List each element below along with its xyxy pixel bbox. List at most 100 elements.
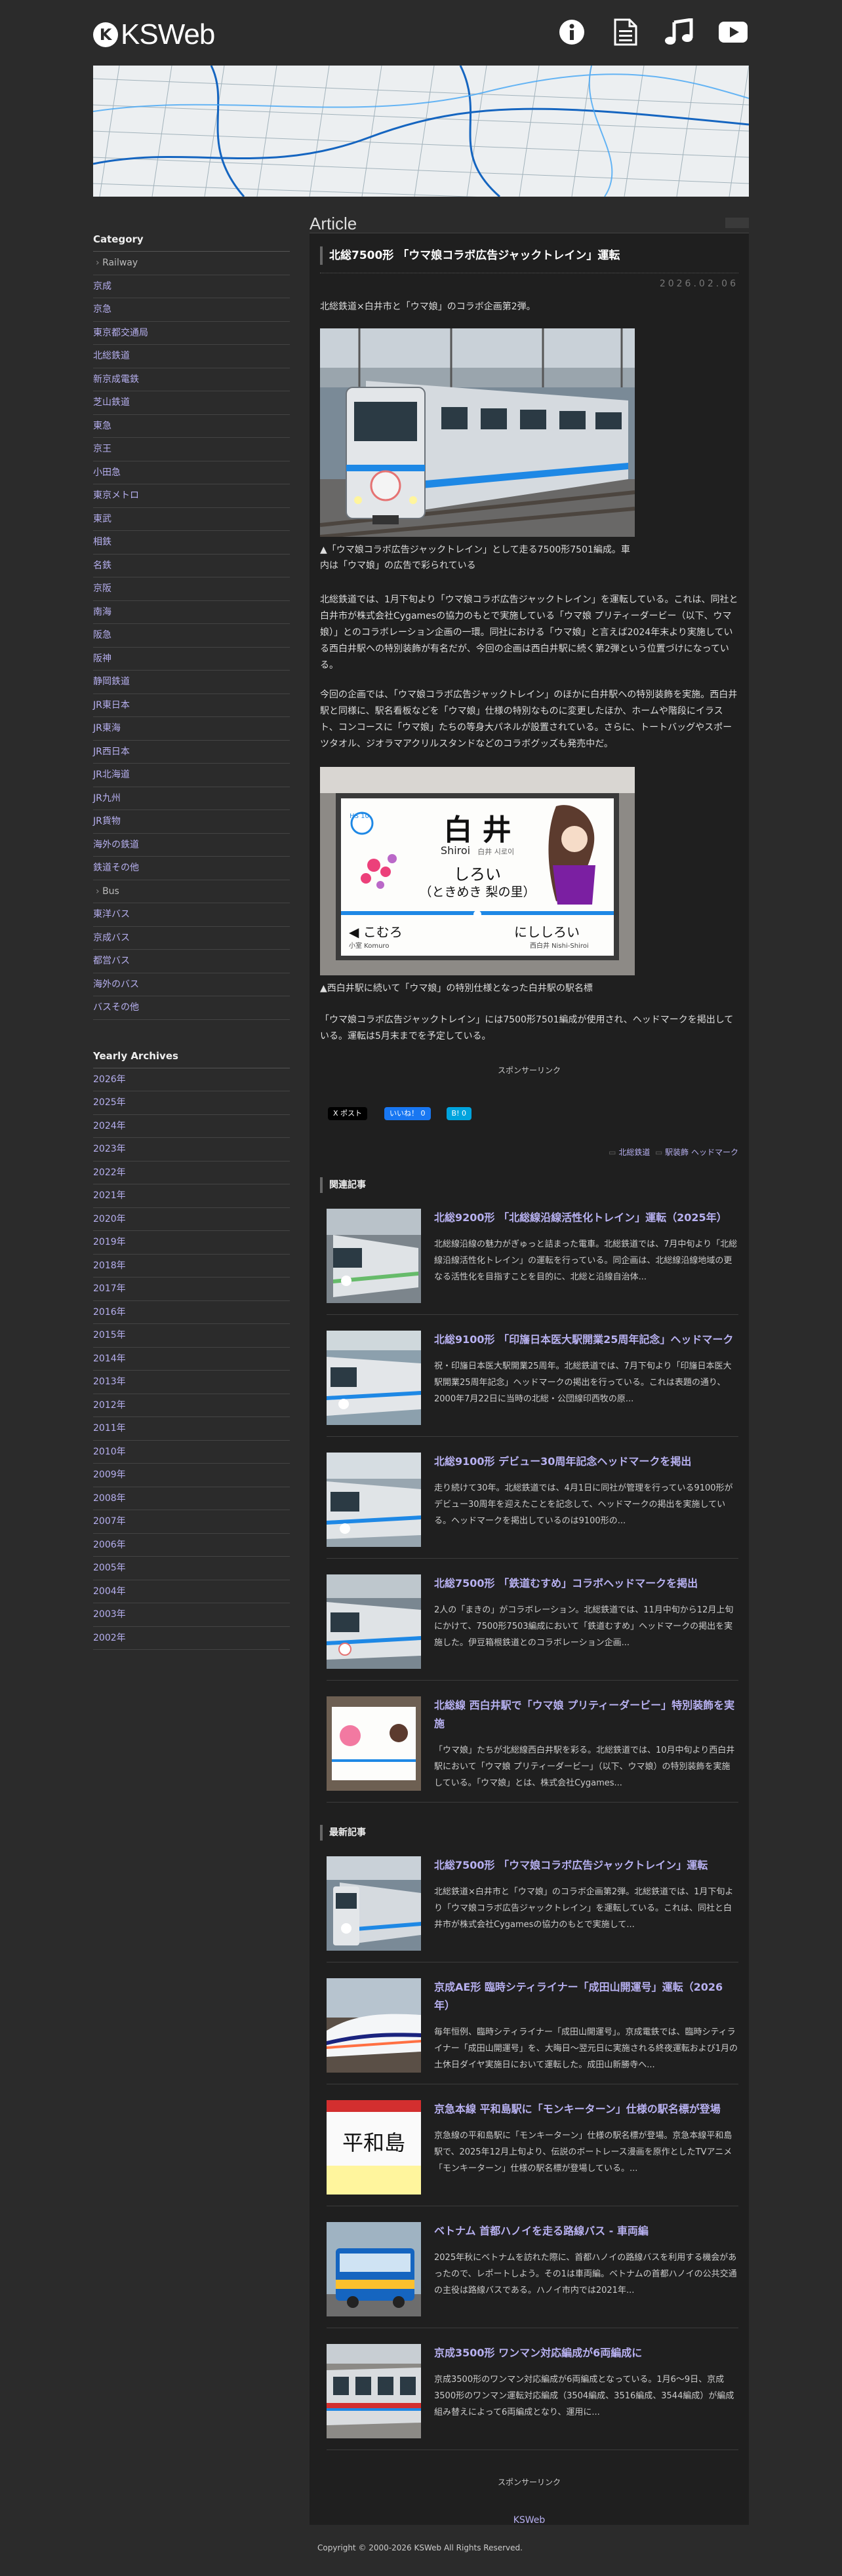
category-item[interactable]: 京阪 <box>93 577 290 601</box>
category-item[interactable]: 京成 <box>93 275 290 298</box>
category-link[interactable]: 海外の鉄道 <box>93 840 139 850</box>
archive-link[interactable]: 2015年 <box>93 1330 126 1340</box>
category-link[interactable]: 新京成電鉄 <box>93 374 139 385</box>
archive-link[interactable]: 2024年 <box>93 1121 126 1131</box>
archive-item[interactable]: 2020年 <box>93 1208 290 1231</box>
archive-link[interactable]: 2026年 <box>93 1074 126 1085</box>
category-link[interactable]: 東京都交通局 <box>93 328 148 338</box>
related-title[interactable]: 北総9100形 「印旛日本医大駅開業25周年記念」ヘッドマーク <box>434 1331 738 1349</box>
archive-item[interactable]: 2018年 <box>93 1255 290 1278</box>
archive-item[interactable]: 2019年 <box>93 1231 290 1255</box>
archive-item[interactable]: 2005年 <box>93 1557 290 1580</box>
related-thumbnail[interactable] <box>327 1331 421 1425</box>
category-link[interactable]: JR九州 <box>93 793 121 804</box>
archive-link[interactable]: 2010年 <box>93 1447 126 1457</box>
latest-thumbnail[interactable] <box>327 1978 421 2073</box>
category-link[interactable]: 相鉄 <box>93 537 111 547</box>
archive-item[interactable]: 2015年 <box>93 1324 290 1348</box>
category-link[interactable]: 鉄道その他 <box>93 863 139 873</box>
youtube-icon[interactable] <box>717 18 749 46</box>
archive-link[interactable]: 2006年 <box>93 1540 126 1550</box>
latest-item[interactable]: ベトナム 首都ハノイを走る路線バス - 車両編 2025年秋にベトナムを訪れた際に… <box>327 2206 738 2328</box>
archive-link[interactable]: 2005年 <box>93 1563 126 1573</box>
archive-item[interactable]: 2024年 <box>93 1115 290 1138</box>
archive-item[interactable]: 2009年 <box>93 1464 290 1487</box>
category-item[interactable]: 小田急 <box>93 461 290 484</box>
related-thumbnail[interactable] <box>327 1574 421 1669</box>
related-title[interactable]: 北総9100形 デビュー30周年記念ヘッドマークを掲出 <box>434 1453 738 1471</box>
latest-thumbnail[interactable]: 平和島 <box>327 2100 421 2195</box>
category-item[interactable]: 北総鉄道 <box>93 345 290 368</box>
latest-thumbnail[interactable] <box>327 1856 421 1951</box>
category-item[interactable]: JR貨物 <box>93 810 290 834</box>
latest-item[interactable]: 京成3500形 ワンマン対応編成が6両編成に 京成3500形のワンマン対応編成が6… <box>327 2328 738 2450</box>
related-item[interactable]: 北総9100形 「印旛日本医大駅開業25周年記念」ヘッドマーク 祝・印旛日本医大駅… <box>327 1315 738 1437</box>
archive-item[interactable]: 2016年 <box>93 1301 290 1324</box>
category-link[interactable]: 東急 <box>93 421 111 431</box>
category-link[interactable]: 南海 <box>93 607 111 617</box>
archive-item[interactable]: 2025年 <box>93 1091 290 1115</box>
category-item[interactable]: JR北海道 <box>93 764 290 787</box>
category-link[interactable]: 都営バス <box>93 956 130 966</box>
archive-item[interactable]: 2013年 <box>93 1371 290 1394</box>
archive-item[interactable]: 2008年 <box>93 1487 290 1510</box>
archive-link[interactable]: 2020年 <box>93 1214 126 1224</box>
category-item[interactable]: JR東日本 <box>93 694 290 717</box>
info-icon[interactable] <box>556 18 588 46</box>
category-link[interactable]: 京成バス <box>93 933 130 943</box>
category-link[interactable]: 小田急 <box>93 467 121 478</box>
related-title[interactable]: 北総線 西白井駅で「ウマ娘 プリティーダービー」特別装飾を実施 <box>434 1696 738 1733</box>
archive-item[interactable]: 2021年 <box>93 1184 290 1208</box>
related-item[interactable]: 北総9100形 デビュー30周年記念ヘッドマークを掲出 走り続けて30年。北総鉄道… <box>327 1437 738 1559</box>
category-link[interactable]: JR貨物 <box>93 816 121 827</box>
archive-link[interactable]: 2004年 <box>93 1586 126 1597</box>
site-logo[interactable]: K KSWeb <box>93 18 215 51</box>
category-link[interactable]: 芝山鉄道 <box>93 397 130 408</box>
category-item[interactable]: JR東海 <box>93 717 290 741</box>
category-item[interactable]: 京急 <box>93 298 290 322</box>
category-item[interactable]: 相鉄 <box>93 531 290 555</box>
archive-item[interactable]: 2010年 <box>93 1441 290 1464</box>
latest-thumbnail[interactable] <box>327 2222 421 2316</box>
archive-item[interactable]: 2017年 <box>93 1278 290 1301</box>
archive-link[interactable]: 2003年 <box>93 1609 126 1620</box>
category-item[interactable]: 阪急 <box>93 624 290 648</box>
latest-title[interactable]: 京急本線 平和島駅に「モンキーターン」仕様の駅名標が登場 <box>434 2100 738 2118</box>
tag-link-decoration[interactable]: 駅装飾 ヘッドマーク <box>665 1148 738 1157</box>
document-icon[interactable] <box>610 18 641 46</box>
latest-thumbnail[interactable] <box>327 2344 421 2438</box>
related-thumbnail[interactable] <box>327 1453 421 1547</box>
archive-link[interactable]: 2009年 <box>93 1470 126 1480</box>
related-title[interactable]: 北総7500形 「鉄道むすめ」コラボヘッドマークを掲出 <box>434 1574 738 1593</box>
archive-link[interactable]: 2012年 <box>93 1400 126 1411</box>
latest-title[interactable]: 北総7500形 「ウマ娘コラボ広告ジャックトレイン」運転 <box>434 1856 738 1875</box>
related-item[interactable]: 北総線 西白井駅で「ウマ娘 プリティーダービー」特別装飾を実施 「ウマ娘」たちが北… <box>327 1681 738 1803</box>
category-item[interactable]: バスその他 <box>93 996 290 1020</box>
archive-item[interactable]: 2023年 <box>93 1138 290 1161</box>
archive-link[interactable]: 2014年 <box>93 1354 126 1364</box>
archive-item[interactable]: 2002年 <box>93 1627 290 1650</box>
category-link[interactable]: 静岡鉄道 <box>93 676 130 687</box>
archive-item[interactable]: 2011年 <box>93 1417 290 1441</box>
category-item[interactable]: 都営バス <box>93 950 290 973</box>
archive-item[interactable]: 2014年 <box>93 1348 290 1371</box>
category-item[interactable]: 東洋バス <box>93 903 290 927</box>
category-item[interactable]: JR西日本 <box>93 741 290 764</box>
related-thumbnail[interactable] <box>327 1209 421 1303</box>
latest-item[interactable]: 北総7500形 「ウマ娘コラボ広告ジャックトレイン」運転 北総鉄道×白井市と「ウマ… <box>327 1841 738 1962</box>
archive-item[interactable]: 2003年 <box>93 1603 290 1627</box>
category-link[interactable]: 東京メトロ <box>93 490 139 501</box>
facebook-like-button[interactable]: いいね！ 0 <box>384 1107 431 1120</box>
archive-item[interactable]: 2022年 <box>93 1161 290 1184</box>
archive-link[interactable]: 2023年 <box>93 1144 126 1154</box>
footer-home-link[interactable]: KSWeb <box>320 2515 738 2526</box>
category-item[interactable]: 阪神 <box>93 648 290 671</box>
category-link[interactable]: 京急 <box>93 304 111 315</box>
category-link[interactable]: 京成 <box>93 281 111 292</box>
archive-link[interactable]: 2008年 <box>93 1493 126 1504</box>
latest-title[interactable]: 京成AE形 臨時シティライナー「成田山開運号」運転（2026年） <box>434 1978 738 2015</box>
category-item[interactable]: 新京成電鉄 <box>93 368 290 391</box>
archive-link[interactable]: 2021年 <box>93 1190 126 1201</box>
latest-item[interactable]: 京成AE形 臨時シティライナー「成田山開運号」運転（2026年） 毎年恒例、臨時シ… <box>327 1962 738 2084</box>
archive-item[interactable]: 2026年 <box>93 1068 290 1091</box>
